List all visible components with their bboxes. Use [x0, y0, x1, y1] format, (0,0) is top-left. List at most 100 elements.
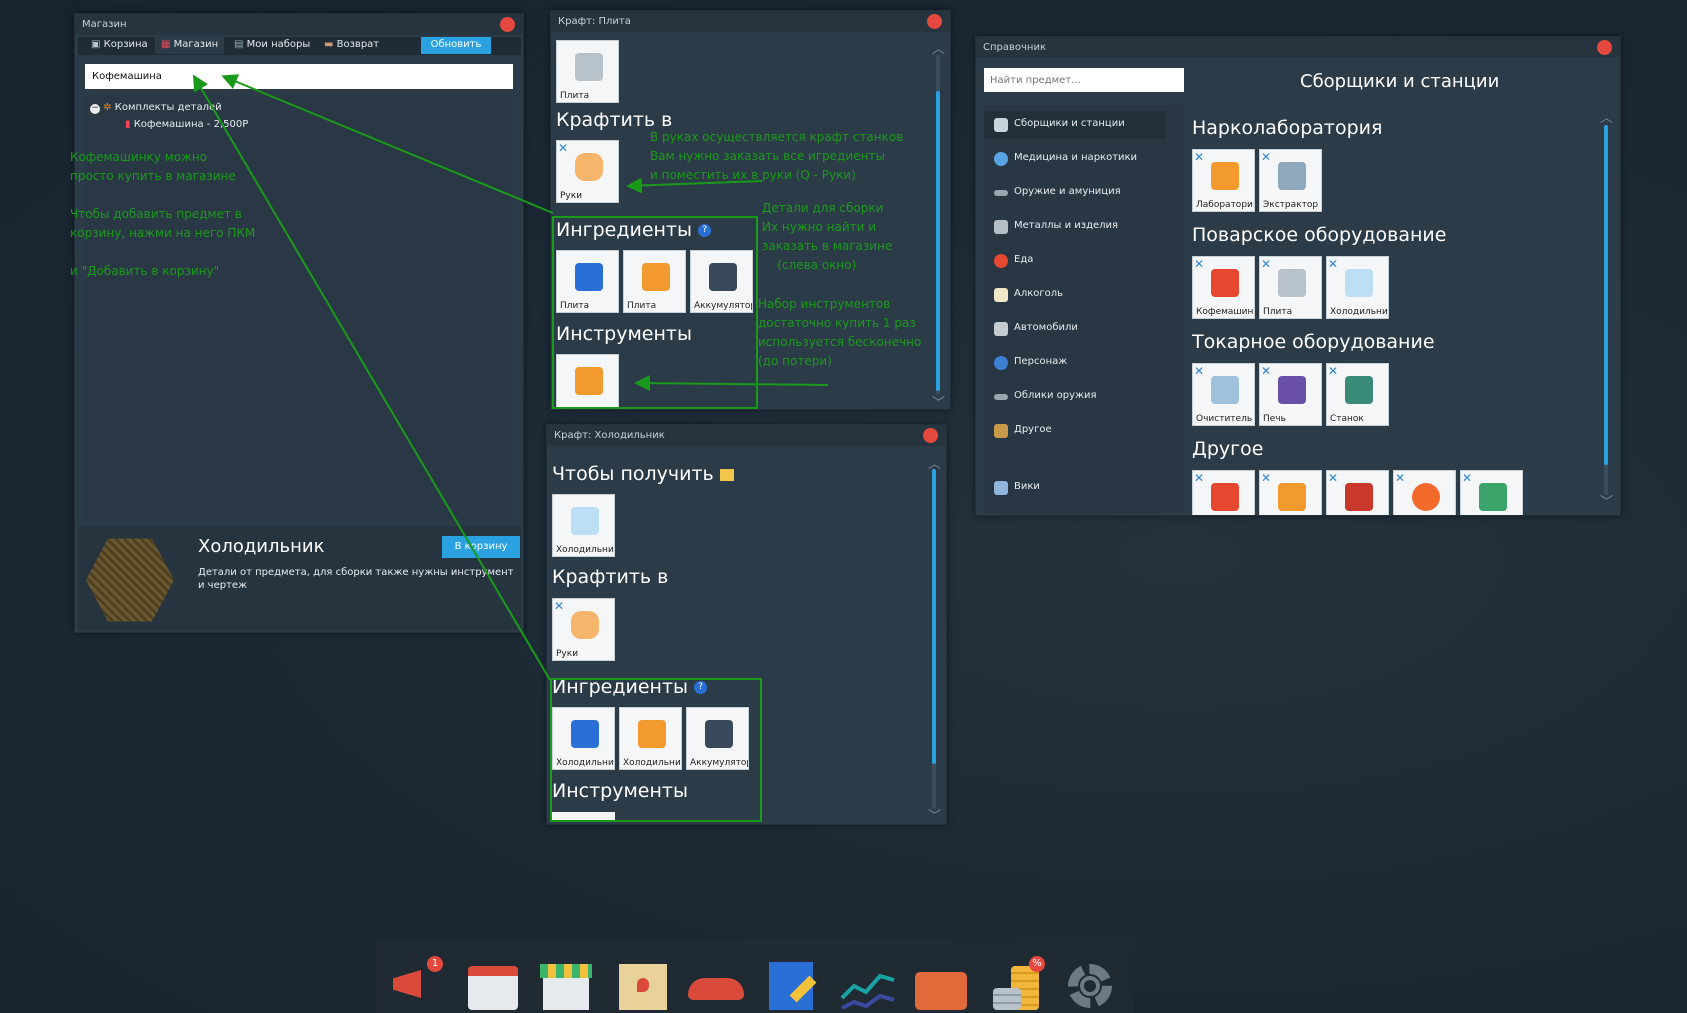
craft-in-heading: Крафтить в: [552, 566, 669, 588]
tree-group[interactable]: − ✲ Комплекты деталей: [90, 102, 222, 114]
fridge-icon: [571, 507, 599, 535]
tile-other-2[interactable]: ✕: [1259, 470, 1322, 515]
discount-badge: %: [1029, 956, 1045, 972]
tile-extractor[interactable]: ✕ Экстрактор: [1259, 149, 1322, 212]
guide-window: Справочник Сборщики и станции Сборщики и…: [975, 36, 1621, 516]
fridge-icon: [1345, 269, 1373, 297]
tile-lab[interactable]: ✕ Лаборатория: [1192, 149, 1255, 212]
car-icon[interactable]: [688, 958, 744, 1013]
scrollbar-thumb[interactable]: [932, 469, 936, 764]
close-icon[interactable]: [1597, 40, 1612, 55]
tile-hands[interactable]: ✕ Руки: [552, 598, 615, 661]
map-icon[interactable]: [615, 958, 671, 1013]
tools-icon: ✕: [554, 599, 565, 613]
menu-item-medicine[interactable]: Медицина и наркотики: [984, 145, 1166, 173]
furnace-icon: [1278, 376, 1306, 404]
menu-item-wiki[interactable]: Вики: [984, 474, 1166, 502]
glass-icon: [994, 288, 1008, 302]
megaphone-icon[interactable]: 1: [389, 956, 445, 1013]
annotation-box-craft1: [552, 216, 758, 409]
tools-icon: ✕: [1194, 257, 1205, 271]
menu-item-cars[interactable]: Автомобили: [984, 315, 1166, 343]
item-title: Холодильник: [198, 536, 325, 557]
close-icon[interactable]: [500, 17, 515, 32]
menu-item-food[interactable]: Еда: [984, 247, 1166, 275]
tools-icon: ✕: [1462, 471, 1473, 485]
scroll-down-icon[interactable]: ﹀: [928, 805, 941, 824]
tile-stove[interactable]: Плита: [556, 40, 619, 103]
tools-icon: ✕: [1194, 471, 1205, 485]
scroll-up-icon[interactable]: ︿: [932, 38, 945, 57]
scroll-down-icon[interactable]: ﹀: [932, 392, 945, 409]
annotation-left: Кофемашинку можно просто купить в магази…: [70, 150, 256, 278]
scroll-up-icon[interactable]: ︿: [1600, 107, 1613, 126]
tile-other-5[interactable]: ✕: [1460, 470, 1523, 515]
stocks-icon[interactable]: [840, 958, 896, 1013]
tile-fridge[interactable]: Холодильник: [552, 494, 615, 557]
guide-title: Справочник: [976, 37, 1620, 57]
menu-item-character[interactable]: Персонаж: [984, 349, 1166, 377]
menu-item-weapon-skins[interactable]: Облики оружия: [984, 383, 1166, 411]
scrollbar-thumb[interactable]: [1604, 125, 1608, 465]
car-icon: [994, 322, 1008, 336]
shop-icon[interactable]: [538, 958, 594, 1013]
annotation-parts: Детали для сборки Их нужно найти и заказ…: [762, 201, 893, 272]
tile-stove[interactable]: ✕ Плита: [1259, 256, 1322, 319]
shop-search-input[interactable]: [85, 64, 513, 89]
section-title-narcolab: Нарколаборатория: [1192, 117, 1383, 139]
tile-purifier[interactable]: ✕ Очиститель: [1192, 363, 1255, 426]
tab-return[interactable]: ▬ Возврат: [318, 37, 385, 54]
hand-icon: [571, 611, 599, 639]
stove-red-icon: [1345, 483, 1373, 511]
tools-icon: ✕: [1261, 364, 1272, 378]
tile-hands[interactable]: ✕ Руки: [556, 140, 619, 203]
blueprint-icon[interactable]: [765, 958, 821, 1013]
purifier-icon: [1211, 376, 1239, 404]
menu-item-alcohol[interactable]: Алкоголь: [984, 281, 1166, 309]
hand-icon: [575, 153, 603, 181]
tile-furnace[interactable]: ✕ Печь: [1259, 363, 1322, 426]
tab-my-sets[interactable]: ▤ Мои наборы: [228, 37, 316, 54]
note-icon: [719, 468, 734, 481]
coins-icon[interactable]: %: [989, 956, 1045, 1013]
tile-other-3[interactable]: ✕: [1326, 470, 1389, 515]
apple-icon: [994, 254, 1008, 268]
tree-item[interactable]: ▮ Кофемашина - 2,500Р: [125, 119, 248, 130]
briefcase-icon[interactable]: [913, 958, 969, 1013]
menu-item-assemblers[interactable]: Сборщики и станции: [984, 111, 1166, 139]
collapse-icon[interactable]: −: [90, 104, 100, 114]
scroll-up-icon[interactable]: ︿: [928, 453, 941, 472]
calendar-icon[interactable]: [465, 958, 521, 1013]
add-to-cart-button[interactable]: В корзину: [442, 536, 520, 558]
menu-item-metals[interactable]: Металлы и изделия: [984, 213, 1166, 241]
box-icon: [994, 424, 1008, 438]
coffee-machine-icon: ▮: [125, 119, 131, 130]
person-icon: [994, 356, 1008, 370]
close-icon[interactable]: [927, 14, 942, 29]
annotation-box-craft2: [550, 678, 762, 822]
menu-item-other[interactable]: Другое: [984, 417, 1166, 445]
book-icon: [994, 481, 1008, 495]
craft-fridge-title: Крафт: Холодильник: [547, 425, 946, 446]
tile-fridge[interactable]: ✕ Холодильник: [1326, 256, 1389, 319]
guide-search-input[interactable]: [984, 68, 1184, 92]
tools-icon: ✕: [1328, 257, 1339, 271]
annotation-craft-in: В руках осуществляется крафт станков Вам…: [650, 130, 904, 182]
scrollbar-thumb[interactable]: [936, 91, 940, 391]
campfire-icon: [1412, 483, 1440, 511]
menu-item-weapons[interactable]: Оружие и амуниция: [984, 179, 1166, 207]
hammer-icon: [994, 220, 1008, 234]
tools-icon: ✕: [1395, 471, 1406, 485]
tile-other-4[interactable]: ✕: [1393, 470, 1456, 515]
tab-cart[interactable]: ▣ Корзина: [85, 37, 154, 54]
obtain-heading: Чтобы получить: [552, 463, 734, 485]
tile-lathe[interactable]: ✕ Станок: [1326, 363, 1389, 426]
settings-icon[interactable]: [1062, 958, 1118, 1013]
scroll-down-icon[interactable]: ﹀: [1600, 491, 1613, 510]
pill-icon: [994, 152, 1008, 166]
tile-coffee-machine[interactable]: ✕ Кофемашина: [1192, 256, 1255, 319]
tab-shop[interactable]: ▦ Магазин: [155, 37, 225, 54]
tile-other-1[interactable]: ✕: [1192, 470, 1255, 515]
refresh-button[interactable]: Обновить: [421, 37, 491, 54]
close-icon[interactable]: [923, 428, 938, 443]
